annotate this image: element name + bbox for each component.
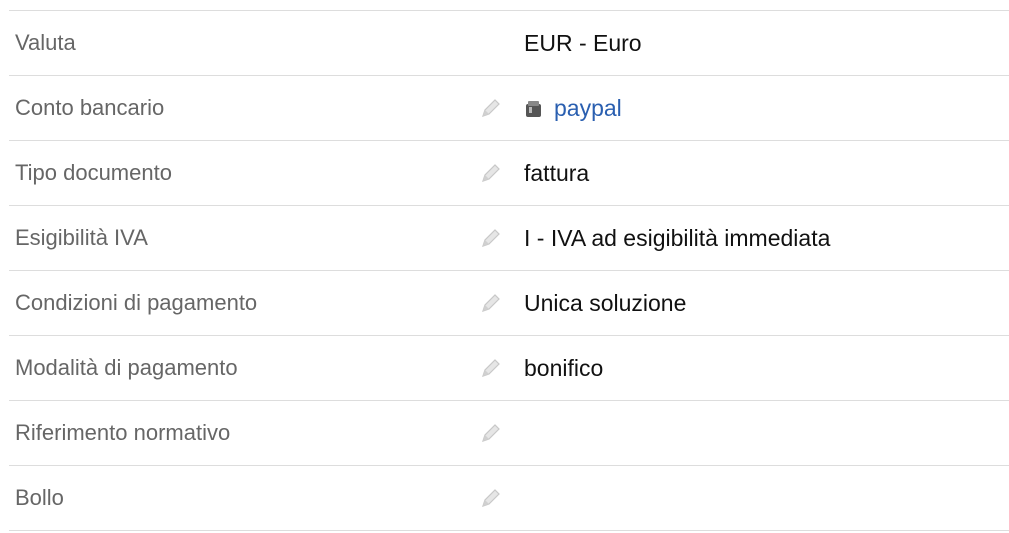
row-label: Esigibilità IVA: [15, 225, 148, 250]
row-value: fattura: [524, 159, 590, 186]
pencil-icon[interactable]: [479, 486, 503, 510]
row-condizioni-pagamento: Condizioni di pagamento Unica soluzione: [9, 271, 1009, 336]
row-value: EUR - Euro: [524, 29, 642, 56]
row-label: Tipo documento: [15, 160, 172, 185]
row-label: Riferimento normativo: [15, 420, 231, 445]
pencil-icon[interactable]: [479, 356, 503, 380]
pencil-icon[interactable]: [479, 421, 503, 445]
pencil-icon[interactable]: [479, 161, 503, 185]
bank-account-link[interactable]: paypal: [554, 95, 622, 122]
row-esigibilita-iva: Esigibilità IVA I - IVA ad esigibilità i…: [9, 206, 1009, 271]
pencil-icon[interactable]: [479, 291, 503, 315]
row-value-container: paypal: [524, 76, 622, 140]
row-value: bonifico: [524, 354, 604, 381]
row-tipo-documento: Tipo documento fattura: [9, 141, 1009, 206]
row-label: Bollo: [15, 485, 64, 510]
row-label: Valuta: [15, 30, 76, 55]
row-value: Unica soluzione: [524, 289, 687, 316]
row-riferimento-normativo: Riferimento normativo: [9, 401, 1009, 466]
row-label: Conto bancario: [15, 95, 165, 120]
row-value: I - IVA ad esigibilità immediata: [524, 224, 831, 251]
row-label: Condizioni di pagamento: [15, 290, 258, 315]
row-conto-bancario: Conto bancario paypal: [9, 76, 1009, 141]
row-bollo: Bollo: [9, 466, 1009, 531]
row-label: Modalità di pagamento: [15, 355, 238, 380]
row-modalita-pagamento: Modalità di pagamento bonifico: [9, 336, 1009, 401]
row-valuta: Valuta EUR - Euro: [9, 11, 1009, 76]
bank-icon: [524, 98, 544, 118]
pencil-icon[interactable]: [479, 226, 503, 250]
document-properties-table: Valuta EUR - Euro Conto bancario paypal …: [9, 10, 1009, 531]
pencil-icon[interactable]: [479, 96, 503, 120]
